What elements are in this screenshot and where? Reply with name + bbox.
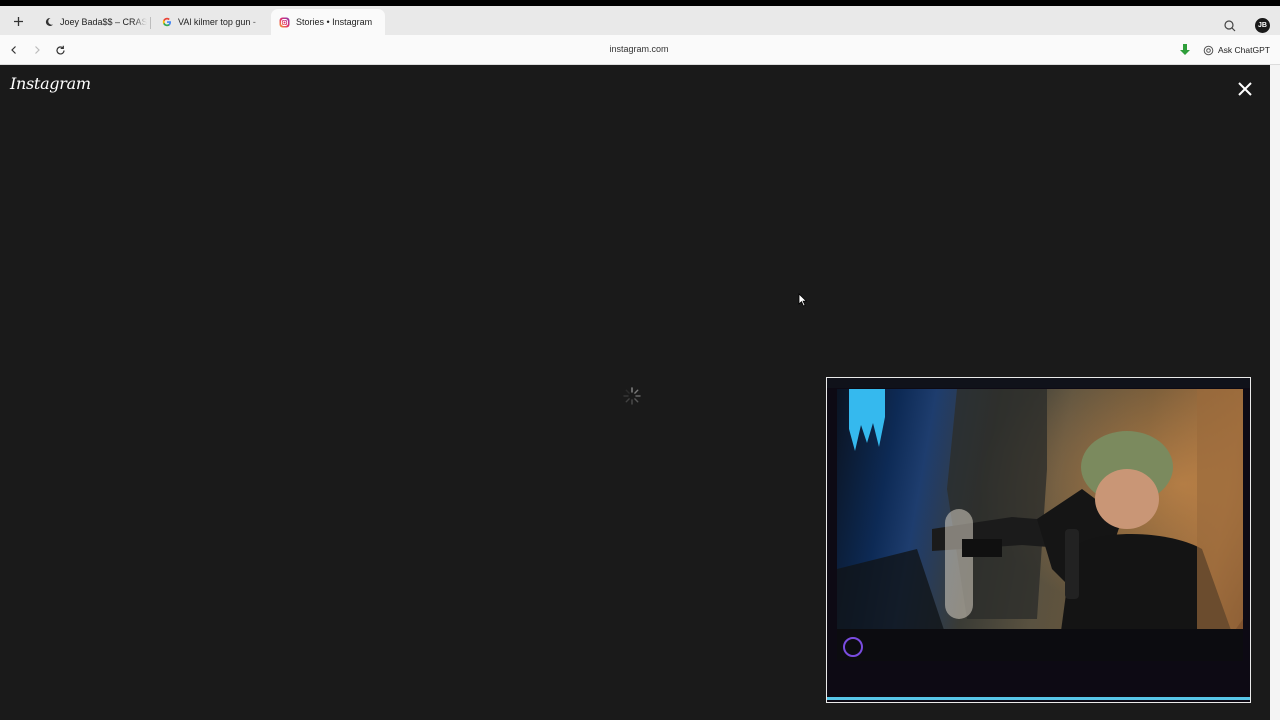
search-icon xyxy=(1224,20,1236,32)
navigation-bar: instagram.com Ask ChatGPT xyxy=(0,35,1280,65)
picture-in-picture-video[interactable] xyxy=(826,377,1251,703)
profile-avatar[interactable]: JB xyxy=(1255,18,1270,33)
ask-chatgpt-label: Ask ChatGPT xyxy=(1218,45,1270,55)
chatgpt-icon xyxy=(1203,45,1214,55)
tab-val-kilmer[interactable]: VAl kilmer top gun - xyxy=(153,9,265,35)
pip-progress-line xyxy=(827,697,1250,700)
plus-icon xyxy=(13,16,23,26)
instagram-stories-viewer: Instagram xyxy=(0,65,1270,720)
pip-top-edge xyxy=(827,378,1250,388)
ask-chatgpt-button[interactable]: Ask ChatGPT xyxy=(1203,42,1270,58)
webcam-video-frame xyxy=(837,389,1243,661)
tab-stories-instagram[interactable]: Stories • Instagram xyxy=(271,9,385,35)
moon-icon xyxy=(43,17,54,28)
tab-fade xyxy=(133,9,147,35)
tab-joey-badass[interactable]: Joey Bada$$ – CRAS xyxy=(35,9,147,35)
close-stories-button[interactable] xyxy=(1236,80,1254,98)
tab-fade xyxy=(251,9,265,35)
address-bar[interactable]: instagram.com xyxy=(540,44,738,54)
instagram-icon xyxy=(279,17,290,28)
back-button[interactable] xyxy=(6,42,22,58)
download-icon xyxy=(1180,44,1190,55)
close-icon xyxy=(1238,82,1252,96)
search-tabs-button[interactable] xyxy=(1222,18,1238,34)
new-tab-button[interactable] xyxy=(8,11,28,31)
page-scrollbar[interactable] xyxy=(1270,65,1280,720)
chevron-left-icon xyxy=(11,46,16,54)
webcam-scene-image xyxy=(837,389,1243,661)
pip-bottom-bar xyxy=(827,667,1250,700)
download-button[interactable] xyxy=(1178,43,1192,57)
tab-divider xyxy=(150,17,151,29)
forward-button[interactable] xyxy=(29,42,45,58)
tab-bar: Joey Bada$$ – CRAS VAl kilmer top gun - … xyxy=(0,6,1280,35)
google-g-icon xyxy=(161,17,172,28)
reload-icon xyxy=(55,45,65,55)
tab-title: Stories • Instagram xyxy=(296,17,373,27)
reload-button[interactable] xyxy=(52,42,68,58)
loading-spinner-icon xyxy=(622,386,642,406)
instagram-logo[interactable]: Instagram xyxy=(10,74,91,93)
mouse-cursor-icon xyxy=(798,293,808,307)
tab-title: VAl kilmer top gun - xyxy=(178,17,256,27)
chevron-right-icon xyxy=(35,46,40,54)
